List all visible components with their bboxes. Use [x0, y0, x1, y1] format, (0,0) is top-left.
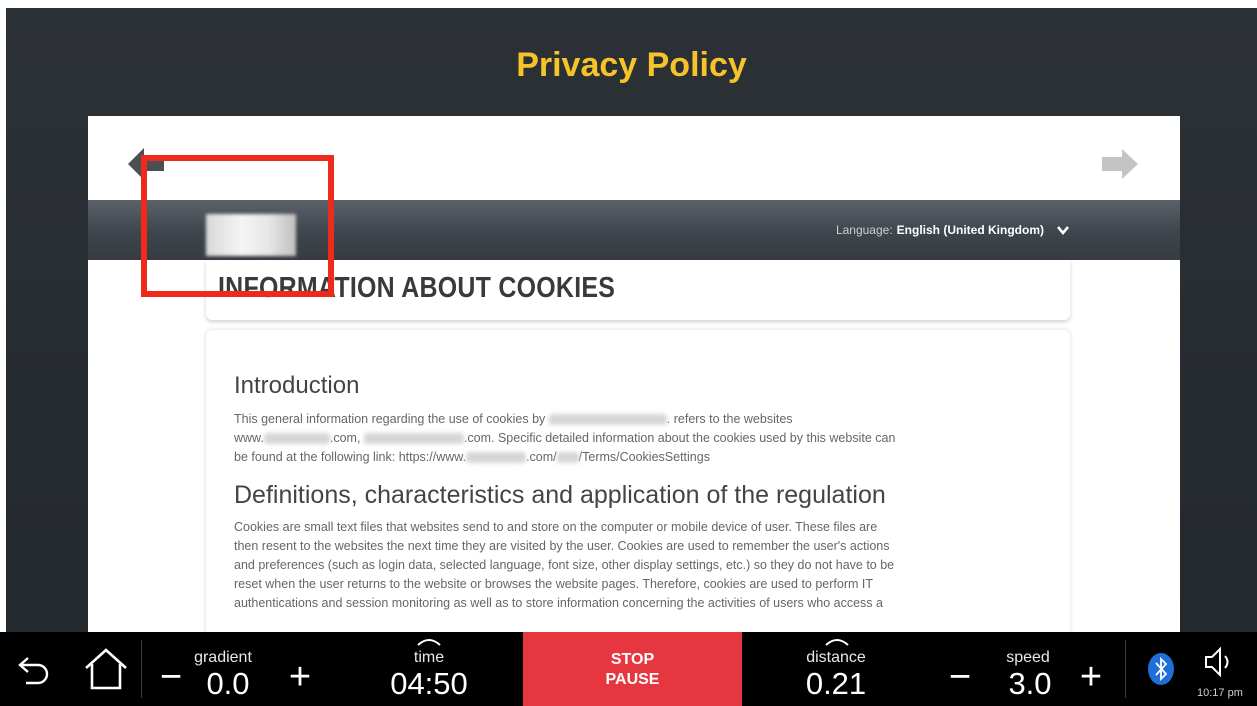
gradient-value: 0.0 [206, 666, 250, 701]
time-label: time [413, 649, 445, 666]
heading-card: INFORMATION ABOUT COOKIES [206, 260, 1070, 320]
language-label: Language: [835, 223, 893, 237]
arrow-right-icon[interactable] [1100, 146, 1140, 182]
time-value: 04:50 [390, 666, 468, 701]
caret-up-icon[interactable] [416, 636, 442, 646]
speed-increase-button[interactable]: + [1075, 658, 1107, 696]
app-window: Privacy Policy Language: English (United… [6, 8, 1257, 632]
caret-up-icon[interactable] [824, 636, 850, 646]
intro-text: .com/ [526, 450, 557, 464]
redacted-text [466, 452, 527, 464]
redacted-text [548, 414, 667, 426]
definitions-line: authentications and session monitoring a… [234, 596, 883, 610]
redacted-text [556, 452, 579, 464]
treadmill-control-bar: gradient − 0.0 + time 04:50 STOP PAUSE d… [0, 632, 1257, 706]
distance-value: 0.21 [805, 666, 867, 701]
definitions-line: reset when the user returns to the websi… [234, 577, 873, 591]
screen: Privacy Policy Language: English (United… [0, 0, 1257, 706]
language-value: English (United Kingdom) [896, 223, 1044, 237]
divider [141, 640, 142, 698]
intro-text: . refers to the websites [666, 412, 793, 426]
definitions-heading: Definitions, characteristics and applica… [234, 481, 886, 509]
clock: 10:17 pm [1197, 687, 1243, 699]
speed-label: speed [1006, 649, 1050, 666]
policy-content: Introduction This general information re… [206, 330, 1070, 632]
site-logo[interactable] [206, 214, 296, 256]
definitions-paragraph: Cookies are small text files that websit… [234, 518, 1042, 613]
definitions-line: and preferences (such as login data, sel… [234, 558, 895, 572]
language-selector[interactable]: Language: English (United Kingdom) [836, 220, 1070, 240]
stop-pause-button[interactable]: STOP PAUSE [523, 632, 742, 706]
intro-text: www. [234, 431, 264, 445]
intro-text: be found at the following link: https://… [234, 450, 467, 464]
intro-text: .com, [329, 431, 361, 445]
intro-text: .com. Specific detailed information abou… [463, 431, 896, 445]
intro-text: This general information regarding the u… [234, 412, 546, 426]
home-icon[interactable] [82, 646, 130, 692]
speed-value: 3.0 [1008, 666, 1052, 701]
gradient-increase-button[interactable]: + [284, 658, 316, 696]
gradient-label: gradient [194, 649, 252, 666]
redacted-text [363, 433, 464, 445]
definitions-line: then resent to the websites the next tim… [234, 539, 890, 553]
chevron-down-icon [1057, 226, 1069, 236]
back-icon[interactable] [16, 652, 52, 686]
webview[interactable]: Language: English (United Kingdom) INFOR… [88, 116, 1180, 632]
volume-icon[interactable] [1202, 644, 1236, 680]
stop-label: STOP [610, 651, 655, 668]
section-heading: INFORMATION ABOUT COOKIES [218, 272, 616, 304]
bluetooth-icon[interactable] [1146, 652, 1176, 686]
intro-paragraph: This general information regarding the u… [234, 410, 1042, 467]
page-title: Privacy Policy [516, 46, 747, 84]
redacted-text [263, 433, 330, 445]
intro-heading: Introduction [234, 372, 360, 399]
intro-link[interactable]: /Terms/CookiesSettings [579, 450, 710, 464]
arrow-left-icon[interactable] [126, 144, 166, 184]
pause-label: PAUSE [605, 671, 660, 688]
definitions-line: Cookies are small text files that websit… [234, 520, 878, 534]
distance-label: distance [806, 649, 866, 666]
divider [1125, 640, 1126, 698]
